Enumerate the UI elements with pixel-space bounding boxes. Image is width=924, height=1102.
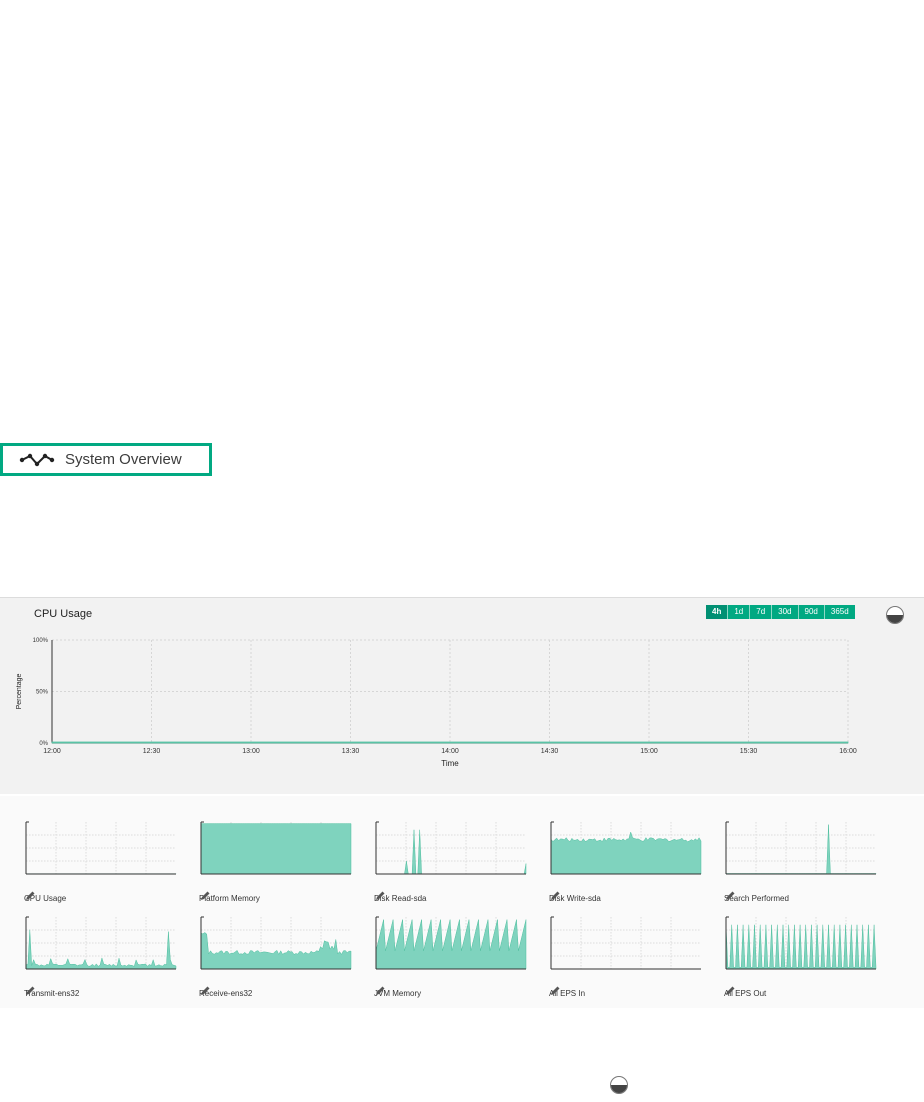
x-axis-title: Time	[441, 759, 459, 768]
range-30d-button[interactable]: 30d	[771, 605, 798, 619]
mini-chart[interactable]: Disk Write-sda	[549, 818, 709, 906]
pencil-icon[interactable]	[24, 890, 36, 902]
mini-chart[interactable]: JVM Memory	[374, 913, 534, 1001]
cpu-usage-panel: CPU Usage 4h 1d 7d 30d 90d 365d 12:00 12:…	[0, 597, 924, 794]
mini-chart-area	[200, 932, 352, 970]
y-tick-label: 50%	[36, 690, 49, 696]
mini-chart[interactable]: Search Performed	[724, 818, 884, 906]
mini-chart[interactable]: All EPS In	[549, 913, 709, 1001]
mini-chart-plot	[550, 821, 702, 875]
mini-chart-area	[375, 919, 527, 970]
cpu-usage-chart: 12:00 12:30 13:00 13:30 14:00 14:30 15:00 15:30…	[16, 638, 857, 768]
range-90d-button[interactable]: 90d	[797, 605, 824, 619]
x-tick-label: 14:30	[541, 748, 559, 755]
y-axis-title: Percentage	[16, 673, 23, 709]
x-tick-label: 12:30	[143, 748, 161, 755]
x-tick-label: 16:00	[839, 748, 857, 755]
mini-chart-plot	[725, 821, 877, 875]
mini-chart-plot	[375, 916, 527, 970]
trend-line-icon	[19, 453, 55, 466]
system-overview-label: System Overview	[65, 451, 182, 468]
mini-chart-plot	[375, 821, 527, 875]
y-tick-label: 100%	[33, 638, 49, 644]
mini-chart[interactable]: Platform Memory	[199, 818, 359, 906]
x-tick-label: 15:00	[640, 748, 658, 755]
x-tick-label: 12:00	[43, 748, 61, 755]
mini-chart-plot	[25, 916, 177, 970]
mini-chart-plot	[25, 821, 177, 875]
y-tick-label: 0%	[39, 741, 48, 747]
x-tick-label: 13:00	[242, 748, 260, 755]
mini-chart-area	[376, 829, 527, 875]
mini-chart-plot	[200, 821, 352, 875]
range-1d-button[interactable]: 1d	[727, 605, 750, 619]
mini-chart-plot	[725, 916, 877, 970]
mini-chart[interactable]: Transmit-ens32	[24, 913, 184, 1001]
pencil-icon[interactable]	[549, 985, 561, 997]
range-4h-button[interactable]: 4h	[706, 605, 728, 619]
mini-chart[interactable]: All EPS Out	[724, 913, 884, 1001]
pencil-icon[interactable]	[199, 985, 211, 997]
mini-chart[interactable]: Receive-ens32	[199, 913, 359, 1001]
mini-chart-area	[550, 831, 702, 875]
pencil-icon[interactable]	[24, 985, 36, 997]
range-365d-button[interactable]: 365d	[823, 605, 855, 619]
pencil-icon[interactable]	[374, 890, 386, 902]
pencil-icon[interactable]	[549, 890, 561, 902]
pencil-icon[interactable]	[724, 890, 736, 902]
mini-chart-area	[25, 929, 177, 970]
system-overview-button[interactable]: System Overview	[0, 443, 212, 476]
mini-chart-plot	[550, 916, 701, 970]
half-circle-toggle-icon[interactable]	[886, 606, 904, 624]
time-range-selector: 4h 1d 7d 30d 90d 365d	[706, 605, 855, 619]
range-7d-button[interactable]: 7d	[749, 605, 772, 619]
mini-chart[interactable]: CPU Usage	[24, 818, 184, 906]
mini-chart-area	[725, 924, 877, 970]
pencil-icon[interactable]	[374, 985, 386, 997]
x-tick-label: 15:30	[740, 748, 758, 755]
mini-charts-grid: CPU Usage Platform Memory Disk Read-sda Dis…	[0, 796, 924, 1008]
mini-chart-area	[725, 824, 877, 875]
half-circle-toggle-icon[interactable]	[610, 1076, 628, 1094]
x-tick-label: 13:30	[342, 748, 360, 755]
x-tick-label: 14:00	[441, 748, 459, 755]
mini-chart-area	[200, 823, 352, 875]
pencil-icon[interactable]	[724, 985, 736, 997]
mini-chart-plot	[200, 916, 352, 970]
mini-chart[interactable]: Disk Read-sda	[374, 818, 534, 906]
chart-title: CPU Usage	[34, 608, 93, 620]
pencil-icon[interactable]	[199, 890, 211, 902]
cpu-usage-area	[51, 741, 849, 744]
